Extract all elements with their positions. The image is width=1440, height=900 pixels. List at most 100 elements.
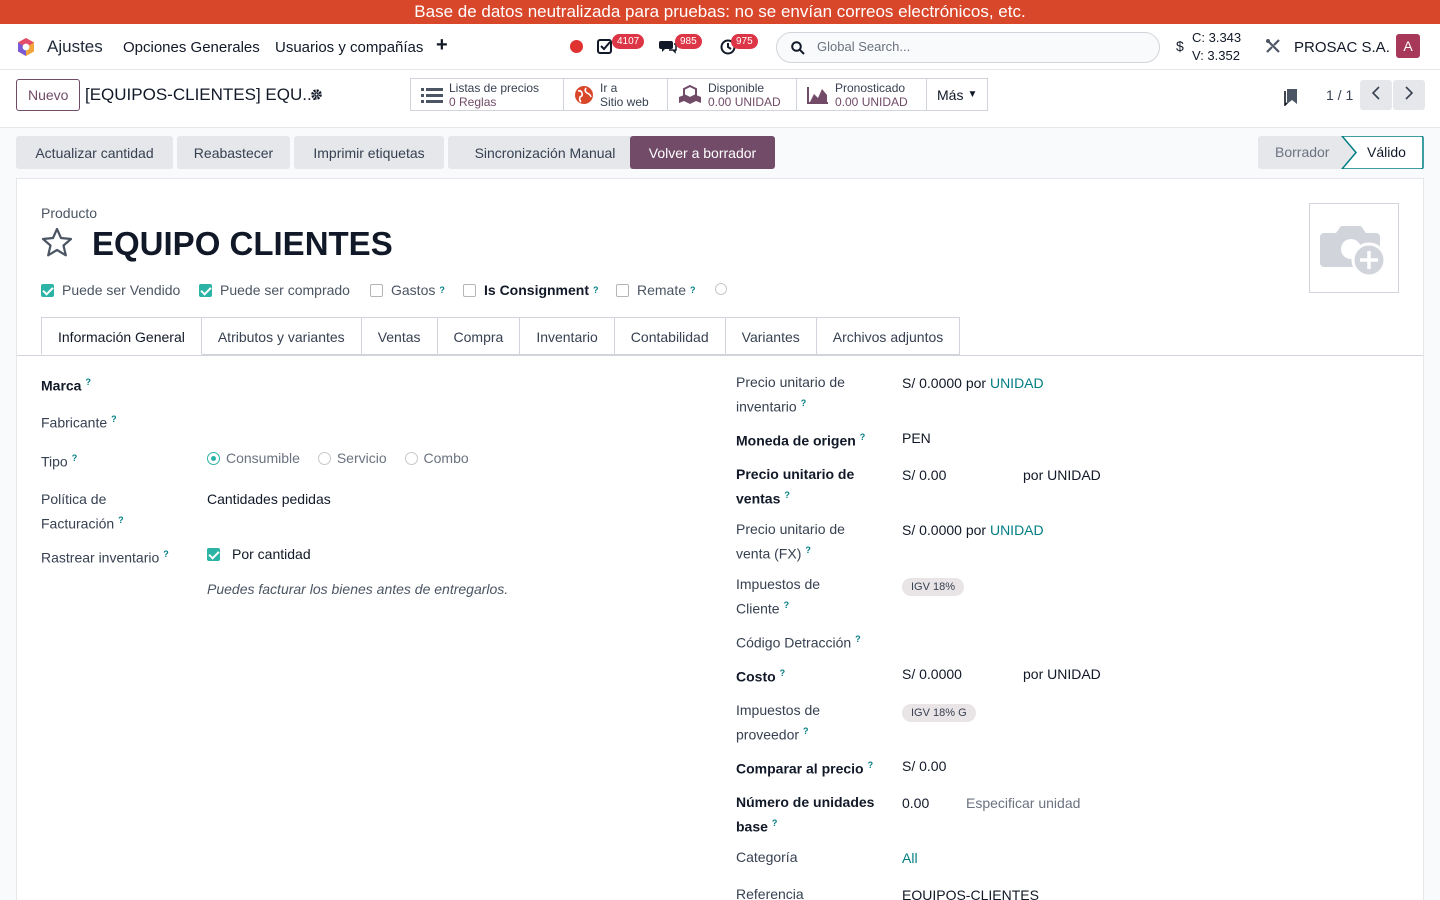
pu-ventas-value[interactable]: S/ 0.00	[902, 465, 946, 486]
checkbox-consignment[interactable]	[463, 283, 476, 297]
comparar-precio-value[interactable]: S/ 0.00	[902, 756, 946, 777]
odoo-app-icon[interactable]	[16, 37, 36, 57]
costo-value[interactable]: S/ 0.0000	[902, 664, 962, 685]
gear-icon[interactable]	[310, 88, 323, 101]
help-icon[interactable]: ?	[72, 453, 78, 463]
moneda-origen-value[interactable]: PEN	[902, 428, 931, 449]
search-input[interactable]	[817, 39, 1137, 54]
politica-facturacion-value[interactable]: Cantidades pedidas	[207, 489, 331, 510]
pu-inv-label-line2: inventario	[736, 398, 797, 415]
flag-can-be-purchased[interactable]: Puede ser comprado	[199, 282, 350, 298]
checkbox-rastrear[interactable]	[207, 548, 220, 561]
checkbox-gastos[interactable]	[370, 283, 383, 297]
help-icon[interactable]: ?	[772, 818, 778, 828]
record-indicator-icon[interactable]	[570, 40, 583, 53]
tax-tag-igv-18-g[interactable]: IGV 18% G	[902, 704, 976, 722]
checkbox-can-be-sold[interactable]	[41, 283, 54, 297]
pu-inventario-value[interactable]: S/ 0.0000 por UNIDAD	[902, 373, 1044, 394]
status-stage-valid[interactable]: Válido	[1367, 136, 1406, 169]
help-icon[interactable]: ?	[690, 285, 696, 295]
print-labels-button[interactable]: Imprimir etiquetas	[294, 136, 444, 169]
unidades-base-value[interactable]: 0.00	[902, 793, 929, 814]
plus-icon[interactable]: +	[436, 34, 448, 57]
smart-button-available[interactable]: Disponible 0.00 UNIDAD	[668, 79, 797, 110]
radio-circle-consumible[interactable]	[207, 452, 220, 465]
rastrear-inventario-field[interactable]: Por cantidad	[207, 544, 311, 565]
update-quantity-button[interactable]: Actualizar cantidad	[16, 136, 173, 169]
new-button[interactable]: Nuevo	[16, 79, 81, 111]
tab-compra[interactable]: Compra	[437, 317, 521, 355]
tax-tag-igv-18[interactable]: IGV 18%	[902, 578, 965, 596]
favorite-star-icon[interactable]	[41, 227, 73, 257]
replenish-button[interactable]: Reabastecer	[177, 136, 290, 169]
app-name[interactable]: Ajustes	[47, 37, 103, 57]
checkbox-remate[interactable]	[616, 283, 629, 297]
tab-atributos-variantes[interactable]: Atributos y variantes	[201, 317, 362, 355]
product-name[interactable]: EQUIPO CLIENTES	[92, 225, 393, 263]
tab-ventas[interactable]: Ventas	[361, 317, 438, 355]
smart-button-forecast[interactable]: Pronosticado 0.00 UNIDAD	[797, 79, 927, 110]
help-icon[interactable]: ?	[111, 414, 117, 424]
debug-tools-icon[interactable]	[1265, 38, 1281, 54]
help-icon[interactable]: ?	[118, 515, 124, 525]
manual-sync-button[interactable]: Sincronización Manual	[448, 136, 642, 169]
checkbox-can-be-purchased[interactable]	[199, 283, 212, 297]
company-switcher[interactable]: PROSAC S.A.	[1294, 39, 1390, 56]
help-icon[interactable]: ?	[784, 490, 790, 500]
help-icon[interactable]: ?	[439, 285, 445, 295]
pu-venta-fx-value[interactable]: S/ 0.0000 por UNIDAD	[902, 520, 1044, 541]
especificar-unidad-input[interactable]: Especificar unidad	[966, 793, 1080, 814]
pager-previous-button[interactable]	[1360, 80, 1392, 110]
flag-consignment[interactable]: Is Consignment?	[463, 282, 599, 298]
reset-to-draft-button[interactable]: Volver a borrador	[630, 136, 775, 169]
help-icon[interactable]: ?	[780, 668, 786, 678]
tab-informacion-general[interactable]: Información General	[41, 317, 202, 355]
smart-button-website[interactable]: Ir a Sitio web	[564, 79, 668, 110]
radio-consumible[interactable]: Consumible	[207, 450, 300, 466]
impuestos-proveedor-field[interactable]: IGV 18% G	[902, 701, 976, 722]
radio-circle-combo[interactable]	[404, 452, 418, 465]
radio-combo[interactable]: Combo	[404, 450, 469, 466]
tab-inventario[interactable]: Inventario	[520, 317, 615, 355]
flag-remate[interactable]: Remate?	[616, 282, 696, 298]
pager-value[interactable]: 1 / 1	[1326, 87, 1353, 103]
help-icon[interactable]: ?	[593, 285, 599, 295]
impuestos-cliente-field[interactable]: IGV 18%	[902, 575, 965, 596]
help-icon[interactable]: ?	[868, 760, 874, 770]
menu-opciones-generales[interactable]: Opciones Generales	[123, 39, 260, 56]
smart-button-pricelists[interactable]: Listas de precios 0 Reglas	[411, 79, 564, 110]
status-stage-draft[interactable]: Borrador	[1275, 136, 1329, 169]
flag-can-be-sold[interactable]: Puede ser Vendido	[41, 282, 180, 298]
more-dropdown[interactable]: Más ▼	[927, 79, 987, 110]
currency-symbol[interactable]: $	[1176, 38, 1184, 54]
menu-usuarios-companias[interactable]: Usuarios y compañías	[275, 39, 423, 56]
tab-contabilidad[interactable]: Contabilidad	[614, 317, 726, 355]
bookmark-icon[interactable]	[1284, 88, 1298, 106]
flag-gastos[interactable]: Gastos?	[370, 282, 445, 298]
global-search[interactable]	[776, 32, 1160, 63]
exchange-rates[interactable]: C: 3.343 V: 3.352	[1192, 29, 1241, 65]
help-icon[interactable]: ?	[803, 726, 809, 736]
categoria-value-link[interactable]: All	[902, 848, 918, 869]
pu-fx-unit-link[interactable]: UNIDAD	[990, 522, 1044, 538]
pu-inv-unit-link[interactable]: UNIDAD	[990, 375, 1044, 391]
rastrear-value[interactable]: Por cantidad	[232, 544, 311, 565]
rastrear-label-text: Rastrear inventario	[41, 549, 160, 566]
tab-archivos-adjuntos[interactable]: Archivos adjuntos	[816, 317, 961, 355]
help-icon[interactable]: ?	[801, 398, 807, 408]
help-icon[interactable]: ?	[860, 432, 866, 442]
help-icon[interactable]: ?	[85, 377, 91, 387]
radio-servicio[interactable]: Servicio	[317, 450, 387, 466]
radio-circle-servicio[interactable]	[317, 452, 331, 465]
user-avatar[interactable]: A	[1396, 34, 1420, 58]
help-icon[interactable]: ?	[805, 545, 811, 555]
help-icon[interactable]: ?	[855, 634, 861, 644]
referencia-value[interactable]: EQUIPOS-CLIENTES	[902, 885, 1039, 900]
product-image-placeholder[interactable]	[1309, 203, 1399, 293]
help-icon[interactable]: ?	[163, 549, 169, 559]
cubes-icon	[679, 84, 701, 104]
help-icon[interactable]: ?	[784, 600, 790, 610]
pager-next-button[interactable]	[1393, 80, 1425, 110]
status-dot-icon[interactable]	[715, 283, 727, 295]
tab-variantes[interactable]: Variantes	[725, 317, 817, 355]
